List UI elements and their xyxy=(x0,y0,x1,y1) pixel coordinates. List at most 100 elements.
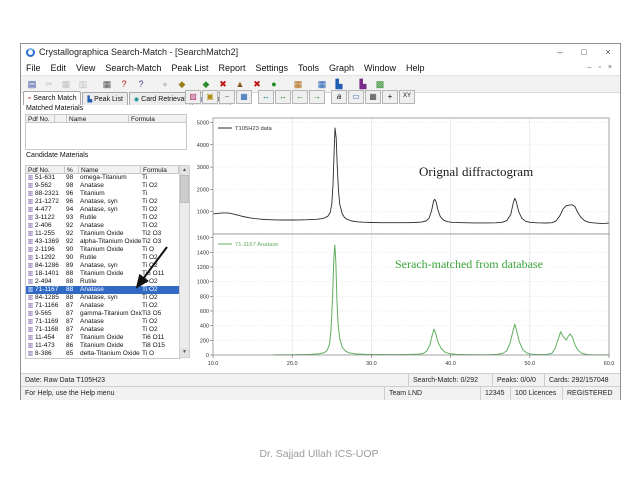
crosshair-icon[interactable]: + xyxy=(382,90,398,104)
candidate-scrollbar[interactable]: ▲ ▼ xyxy=(179,165,190,358)
candidate-row[interactable]: ▥71-116788AnataseTi O2 xyxy=(26,286,180,294)
pan-left-double-icon[interactable]: ↔ xyxy=(258,90,274,104)
searchmatch-peaks-icon[interactable]: ▲ xyxy=(232,78,248,91)
menu-search-match[interactable]: Search-Match xyxy=(100,63,166,73)
paste-icon[interactable]: ▥ xyxy=(75,78,91,91)
pan-right-icon[interactable]: → xyxy=(309,90,325,104)
mdi-restore-button[interactable]: ▫ xyxy=(598,64,600,71)
candidate-col-name[interactable]: Name xyxy=(79,165,141,174)
open-cards-icon[interactable]: ◆ xyxy=(198,78,214,91)
candidate-row[interactable]: ▥11-25592Titanium OxideTi2 O3 xyxy=(26,230,180,238)
menu-window[interactable]: Window xyxy=(359,63,401,73)
graph-remove-icon[interactable]: − xyxy=(219,90,235,104)
diffractogram-chart[interactable]: 10002000300040005000T105H23 dataOrignal … xyxy=(193,105,619,373)
candidate-row[interactable]: ▥88-232196TitaniumTi xyxy=(26,190,180,198)
candidate-col-pct[interactable]: % xyxy=(65,165,79,174)
candidate-row[interactable]: ▥11-47386Titanium OxideTi8 O15 xyxy=(26,342,180,350)
refresh-icon[interactable]: ● xyxy=(157,78,173,91)
scrollbar-thumb[interactable] xyxy=(180,175,189,203)
menu-file[interactable]: File xyxy=(21,63,46,73)
maximize-button[interactable]: □ xyxy=(572,44,596,60)
menu-edit[interactable]: Edit xyxy=(46,63,72,73)
pan-left-icon[interactable]: ← xyxy=(292,90,308,104)
tab-search-match[interactable]: ≈Search Match xyxy=(23,91,81,105)
candidate-pdf: 43-1369 xyxy=(35,238,66,246)
menu-settings[interactable]: Settings xyxy=(250,63,293,73)
searchmatch-db-icon[interactable]: ▦ xyxy=(290,78,306,91)
searchmatch-run-icon[interactable]: ● xyxy=(266,78,282,91)
card-table-icon[interactable]: ▦ xyxy=(314,78,330,91)
candidate-row[interactable]: ▥84-128689Anatase, synTi O2 xyxy=(26,262,180,270)
matched-col-name[interactable]: Name xyxy=(67,114,129,123)
matched-materials-list[interactable] xyxy=(25,123,187,150)
candidate-row[interactable]: ▥18-140188Titanium OxideTi6 O11 xyxy=(26,270,180,278)
menu-help[interactable]: Help xyxy=(401,63,430,73)
candidate-row[interactable]: ▥1-129290RutileTi O2 xyxy=(26,254,180,262)
candidate-row[interactable]: ▥4-47794Anatase, synTi O2 xyxy=(26,206,180,214)
graph-grid-icon[interactable]: ▦ xyxy=(236,90,252,104)
candidate-col-pdf[interactable]: Pdf No. xyxy=(25,165,65,174)
menu-graph[interactable]: Graph xyxy=(324,63,359,73)
font-icon[interactable]: a xyxy=(331,90,347,104)
xy-icon[interactable]: XY xyxy=(399,90,415,104)
candidate-row[interactable]: ▥21-127296Anatase, synTi O2 xyxy=(26,198,180,206)
candidate-name: Anatase xyxy=(80,318,142,326)
candidate-row[interactable]: ▥2-119690Titanium OxideTi O xyxy=(26,246,180,254)
menu-report[interactable]: Report xyxy=(213,63,250,73)
card-icon: ▥ xyxy=(26,286,35,294)
candidate-row[interactable]: ▥3-112293RutileTi O2 xyxy=(26,214,180,222)
candidate-row[interactable]: ▥8-38685delta-Titanium OxideTi O xyxy=(26,350,180,358)
graph-save-icon[interactable]: ▣ xyxy=(202,90,218,104)
save-icon[interactable]: ▤ xyxy=(24,78,40,91)
zoom-area-icon[interactable]: ▦ xyxy=(365,90,381,104)
candidate-row[interactable]: ▥11-45487Titanium OxideTi6 O11 xyxy=(26,334,180,342)
candidate-row[interactable]: ▥71-116687AnataseTi O2 xyxy=(26,302,180,310)
help-icon[interactable]: ? xyxy=(116,78,132,91)
scroll-down-icon[interactable]: ▼ xyxy=(180,348,189,357)
mdi-close-button[interactable]: × xyxy=(608,64,612,71)
matched-col-pdf[interactable]: Pdf No. xyxy=(25,114,55,123)
candidate-row[interactable]: ▥71-116887AnataseTi O2 xyxy=(26,326,180,334)
candidate-formula: Ti xyxy=(142,174,180,182)
candidate-row[interactable]: ▥9-56587gamma-Titanium OxideTi3 O5 xyxy=(26,310,180,318)
candidate-row[interactable]: ▥71-116987AnataseTi O2 xyxy=(26,318,180,326)
tab-card-retrieval[interactable]: ◉Card Retrieval xyxy=(129,92,191,105)
candidate-formula: Ti2 O3 xyxy=(142,230,180,238)
print-icon[interactable]: ▦ xyxy=(99,78,115,91)
context-help-icon[interactable]: ? xyxy=(133,78,149,91)
export-icon[interactable]: ▩ xyxy=(372,78,388,91)
copy-icon[interactable]: ▦ xyxy=(58,78,74,91)
window-title: Crystallographica Search-Match - [Search… xyxy=(39,47,548,57)
card-icon: ▥ xyxy=(26,310,35,318)
candidate-percent: 89 xyxy=(66,262,80,270)
open-peaklist-icon[interactable]: ◆ xyxy=(174,78,190,91)
searchmatch-stop-icon[interactable]: ✖ xyxy=(249,78,265,91)
menu-tools[interactable]: Tools xyxy=(293,63,324,73)
svg-text:1000: 1000 xyxy=(197,210,209,216)
graph-bars-icon[interactable]: ▙ xyxy=(331,78,347,91)
candidate-formula: Ti O2 xyxy=(142,294,180,302)
close-button[interactable]: × xyxy=(596,44,620,60)
cut-icon[interactable]: ✂ xyxy=(41,78,57,91)
candidate-col-formula[interactable]: Formula xyxy=(141,165,179,174)
menu-view[interactable]: View xyxy=(71,63,100,73)
menu-peak-list[interactable]: Peak List xyxy=(166,63,213,73)
graph-overlay-icon[interactable]: ▙ xyxy=(355,78,371,91)
zoom-x-icon[interactable]: ▭ xyxy=(348,90,364,104)
pan-right-double-icon[interactable]: ↔ xyxy=(275,90,291,104)
matched-col-icon[interactable] xyxy=(55,114,67,123)
graph-display-icon[interactable]: ▨ xyxy=(185,90,201,104)
candidate-table-header: Pdf No. % Name Formula xyxy=(25,165,179,174)
candidate-row[interactable]: ▥51-63198omega-TitaniumTi xyxy=(26,174,180,182)
minimize-button[interactable]: – xyxy=(548,44,572,60)
candidate-row[interactable]: ▥84-128588Anatase, synTi O2 xyxy=(26,294,180,302)
candidate-row[interactable]: ▥2-49488RutileTi O2 xyxy=(26,278,180,286)
candidate-row[interactable]: ▥9-56298AnataseTi O2 xyxy=(26,182,180,190)
candidate-row[interactable]: ▥2-40692AnataseTi O2 xyxy=(26,222,180,230)
scroll-up-icon[interactable]: ▲ xyxy=(180,166,189,175)
tab-peak-list[interactable]: ▙Peak List xyxy=(82,92,127,105)
matched-col-formula[interactable]: Formula xyxy=(129,114,187,123)
searchmatch-clear-icon[interactable]: ✖ xyxy=(215,78,231,91)
candidate-row[interactable]: ▥43-136992alpha-Titanium OxideTi2 O3 xyxy=(26,238,180,246)
mdi-minimize-button[interactable]: – xyxy=(588,64,592,71)
